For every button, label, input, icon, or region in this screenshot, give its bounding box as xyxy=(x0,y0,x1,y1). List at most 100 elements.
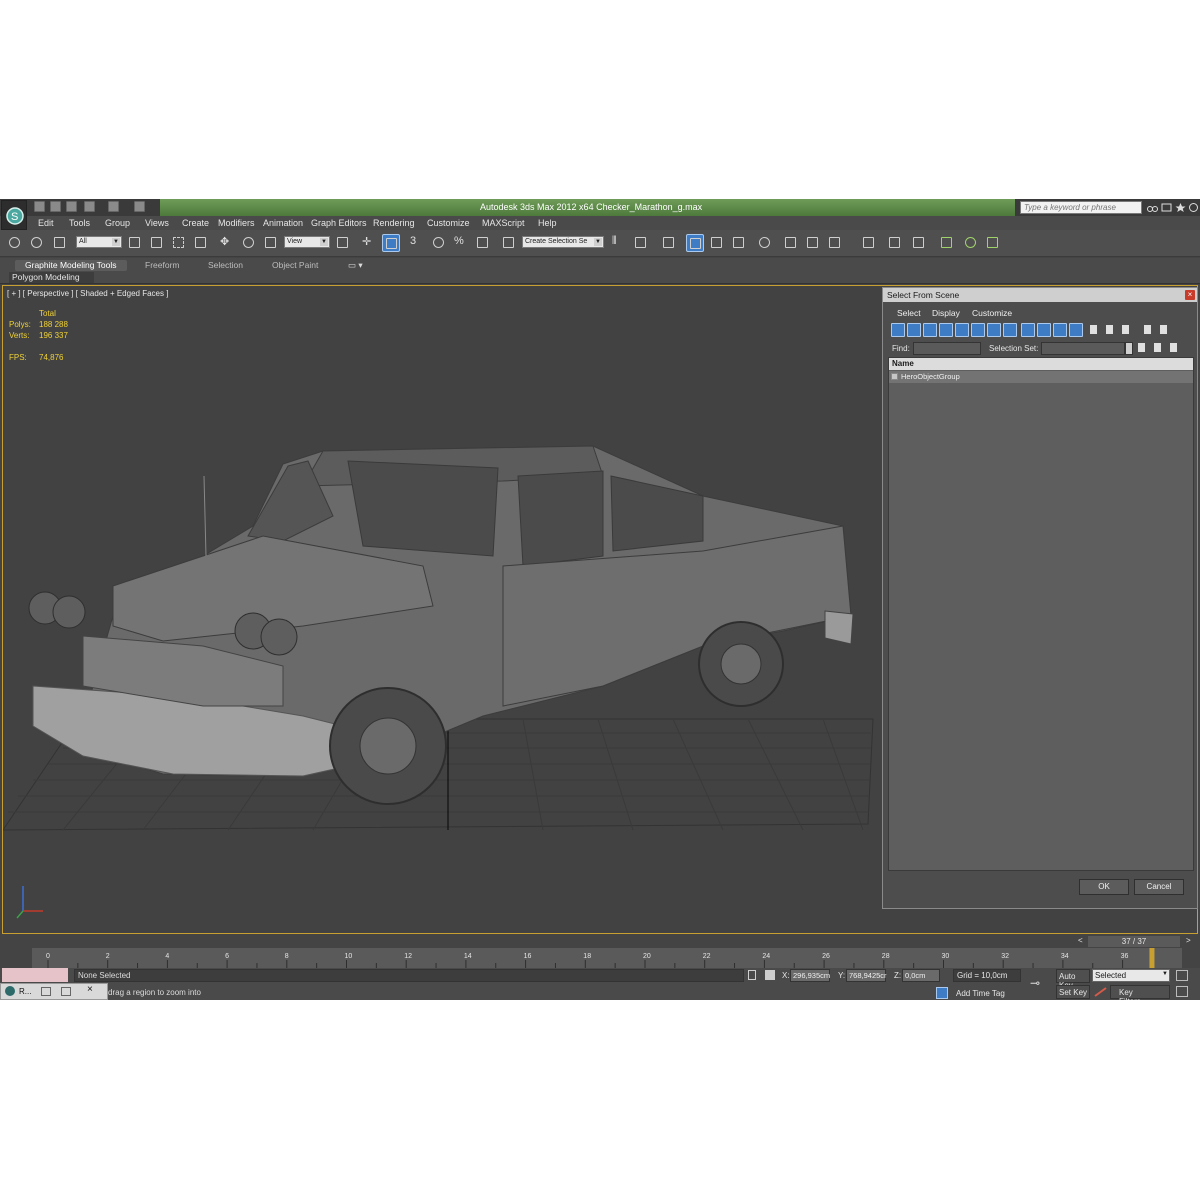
layer-manager-icon[interactable] xyxy=(660,234,678,252)
selection-set-input[interactable] xyxy=(1041,342,1125,355)
menu-graph-editors[interactable]: Graph Editors xyxy=(311,218,367,228)
go-to-start-icon[interactable] xyxy=(1176,970,1188,981)
add-time-tag-button[interactable]: Add Time Tag xyxy=(956,989,1005,998)
favorites-star-icon[interactable] xyxy=(1175,202,1186,213)
absolute-mode-icon[interactable] xyxy=(765,970,775,980)
time-tag-icon[interactable] xyxy=(936,987,948,999)
help-icon[interactable] xyxy=(1188,202,1199,213)
display-none-icon[interactable] xyxy=(1103,323,1117,337)
keyboard-shortcut-override-icon[interactable] xyxy=(382,234,400,252)
schematic-view-icon[interactable] xyxy=(730,234,748,252)
menu-edit[interactable]: Edit xyxy=(38,218,54,228)
display-geometry-icon[interactable] xyxy=(891,323,905,337)
dialog-menu-customize[interactable]: Customize xyxy=(972,308,1012,318)
key-mode-icon[interactable] xyxy=(1094,987,1108,997)
selection-set-edit-icon[interactable] xyxy=(1167,341,1181,355)
key-icon[interactable]: ⊸ xyxy=(1030,976,1040,990)
track-bar[interactable]: 0 2 4 6 8 10 12 14 16 18 20 22 24 26 28 30 32 34 36 xyxy=(32,948,1182,968)
search-input[interactable] xyxy=(1020,201,1142,214)
snaps-toggle-icon[interactable]: 3 xyxy=(408,234,426,252)
select-object-icon[interactable] xyxy=(126,234,144,252)
menu-create[interactable]: Create xyxy=(182,218,209,228)
named-selection-dropdown[interactable]: Create Selection Se ▼ xyxy=(522,236,604,248)
tab-graphite-modeling-tools[interactable]: Graphite Modeling Tools xyxy=(15,260,127,271)
dialog-menu-select[interactable]: Select xyxy=(897,308,921,318)
align-icon[interactable] xyxy=(632,234,650,252)
rendered-frame-window-icon[interactable] xyxy=(804,234,822,252)
menu-help[interactable]: Help xyxy=(538,218,557,228)
material-editor-icon[interactable] xyxy=(756,234,774,252)
render-production-icon[interactable] xyxy=(826,234,844,252)
tab-selection[interactable]: Selection xyxy=(208,260,243,271)
undo-icon[interactable] xyxy=(84,201,95,212)
graphite-toggle-icon[interactable] xyxy=(686,234,704,252)
maximize-icon[interactable] xyxy=(61,987,71,996)
selection-set-remove-icon[interactable] xyxy=(1151,341,1165,355)
container-icon[interactable] xyxy=(860,234,878,252)
mirror-icon[interactable]: ⫴ xyxy=(610,234,628,252)
minimized-window[interactable]: R... × xyxy=(0,983,108,1000)
display-shapes-icon[interactable] xyxy=(907,323,921,337)
render-setup-icon[interactable] xyxy=(782,234,800,252)
ribbon-options-icon[interactable]: ▭ ▾ xyxy=(348,260,363,271)
key-filters-button[interactable]: Key Filters... xyxy=(1110,985,1170,1000)
menu-modifiers[interactable]: Modifiers xyxy=(218,218,255,228)
next-frame-button[interactable]: > xyxy=(1186,936,1191,945)
display-xrefs-icon[interactable] xyxy=(1003,323,1017,337)
display-all-icon[interactable] xyxy=(1087,323,1101,337)
unlink-selection-icon[interactable] xyxy=(28,234,46,252)
ok-button[interactable]: OK xyxy=(1079,879,1129,895)
z-coordinate-field[interactable]: 0,0cm xyxy=(902,969,940,982)
menu-group[interactable]: Group xyxy=(105,218,130,228)
save-file-icon[interactable] xyxy=(66,201,77,212)
filter-icon[interactable] xyxy=(1141,323,1155,337)
redo-icon[interactable] xyxy=(108,201,119,212)
select-by-name-icon[interactable] xyxy=(148,234,166,252)
track-bar-ruler[interactable]: 0 2 4 6 8 10 12 14 16 18 20 22 24 26 28 30 32 34 36 xyxy=(32,948,1182,968)
tab-freeform[interactable]: Freeform xyxy=(145,260,179,271)
ribbon-panel-polygon-modeling[interactable]: Polygon Modeling xyxy=(9,272,94,283)
project-folder-icon[interactable] xyxy=(134,201,145,212)
selection-set-add-icon[interactable] xyxy=(1135,341,1149,355)
menu-tools[interactable]: Tools xyxy=(69,218,90,228)
menu-views[interactable]: Views xyxy=(145,218,169,228)
close-icon[interactable]: × xyxy=(1185,290,1195,300)
display-invert-icon[interactable] xyxy=(1119,323,1133,337)
maxscript-listener-mini[interactable] xyxy=(2,968,68,982)
tab-object-paint[interactable]: Object Paint xyxy=(272,260,318,271)
display-cameras-icon[interactable] xyxy=(939,323,953,337)
display-hidden-icon[interactable] xyxy=(1069,323,1083,337)
menu-customize[interactable]: Customize xyxy=(427,218,470,228)
column-header-name[interactable]: Name xyxy=(889,358,1193,370)
curve-editor-icon[interactable] xyxy=(708,234,726,252)
chevron-down-icon[interactable] xyxy=(1125,342,1133,355)
scene-object-list[interactable]: Name HeroObjectGroup xyxy=(888,357,1194,871)
previous-frame-button[interactable]: < xyxy=(1078,936,1083,945)
animation-tool-icon[interactable] xyxy=(984,234,1002,252)
y-coordinate-field[interactable]: 768,9425cr xyxy=(846,969,887,982)
select-and-link-icon[interactable] xyxy=(6,234,24,252)
display-space-warps-icon[interactable] xyxy=(971,323,985,337)
scene-explorer-icon[interactable] xyxy=(886,234,904,252)
lock-selection-icon[interactable] xyxy=(748,970,756,980)
communication-center-icon[interactable] xyxy=(1161,202,1172,213)
display-frozen-icon[interactable] xyxy=(1053,323,1067,337)
select-and-manipulate-icon[interactable]: ✛ xyxy=(360,234,378,252)
display-groups-icon[interactable] xyxy=(987,323,1001,337)
refresh-icon[interactable] xyxy=(962,234,980,252)
find-input[interactable] xyxy=(913,342,981,355)
new-file-icon[interactable] xyxy=(34,201,45,212)
display-containers-icon[interactable] xyxy=(1037,323,1051,337)
key-target-dropdown[interactable]: Selected ▼ xyxy=(1092,969,1170,982)
spinner-snap-icon[interactable] xyxy=(474,234,492,252)
menu-maxscript[interactable]: MAXScript xyxy=(482,218,525,228)
viewport-label[interactable]: [ + ] [ Perspective ] [ Shaded + Edged F… xyxy=(7,289,168,298)
time-slider[interactable]: < 37 / 37 > xyxy=(1076,936,1196,947)
frame-counter[interactable]: 37 / 37 xyxy=(1088,936,1180,947)
select-and-move-icon[interactable]: ✥ xyxy=(218,234,236,252)
animation-layer-icon[interactable] xyxy=(938,234,956,252)
pivot-center-icon[interactable] xyxy=(334,234,352,252)
angle-snap-icon[interactable] xyxy=(430,234,448,252)
menu-rendering[interactable]: Rendering xyxy=(373,218,415,228)
restore-icon[interactable] xyxy=(41,987,51,996)
